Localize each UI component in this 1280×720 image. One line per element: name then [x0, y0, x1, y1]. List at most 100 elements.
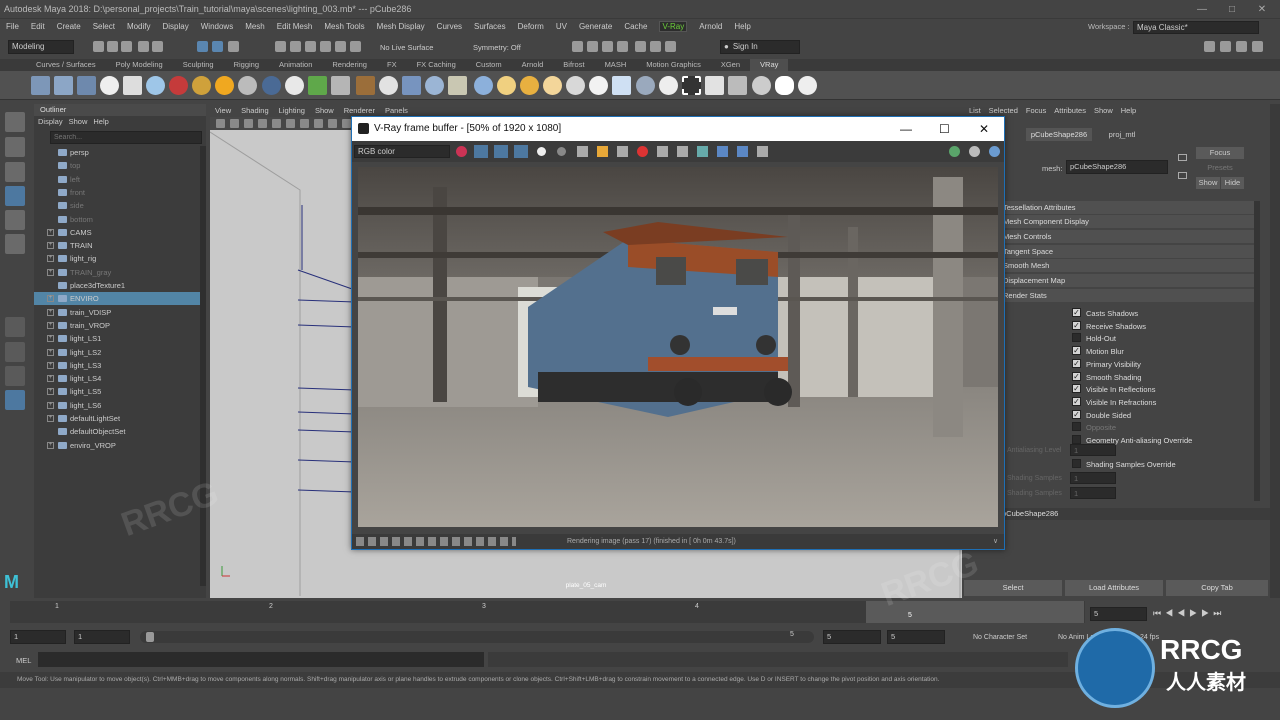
start-time-field[interactable]: 1 — [10, 630, 66, 644]
modeling-toolkit-icon[interactable] — [1204, 41, 1215, 52]
shelf-tab-poly-modeling[interactable]: Poly Modeling — [106, 59, 173, 71]
presets-button[interactable]: Presets — [1196, 162, 1244, 174]
menu-deform[interactable]: Deform — [518, 22, 544, 31]
vp-menu-panels[interactable]: Panels — [385, 106, 408, 115]
history-icon[interactable] — [717, 146, 728, 157]
expand-toggle-icon[interactable]: + — [47, 255, 54, 263]
render-settings-icon[interactable] — [617, 41, 628, 52]
attr-menu-show[interactable]: Show — [1094, 106, 1113, 115]
compare-icon[interactable] — [737, 146, 748, 157]
menu-mesh-display[interactable]: Mesh Display — [377, 22, 425, 31]
vray-light-icon[interactable] — [215, 76, 234, 95]
outliner-menu-show[interactable]: Show — [69, 117, 88, 126]
expand-toggle-icon[interactable]: + — [47, 361, 54, 369]
shelf-tab-motion-graphics[interactable]: Motion Graphics — [636, 59, 711, 71]
attr-menu-list[interactable]: List — [969, 106, 981, 115]
playback-start-field[interactable]: 1 — [74, 630, 130, 644]
snap-vertex-icon[interactable] — [350, 41, 361, 52]
vray-grid-icon[interactable] — [402, 76, 421, 95]
render-current-frame-icon[interactable] — [587, 41, 598, 52]
mel-input[interactable] — [38, 652, 484, 667]
ipr-render-icon[interactable] — [602, 41, 613, 52]
vfb-minimize-icon[interactable]: — — [900, 117, 912, 141]
outliner-item[interactable]: + enviro_VROP — [34, 439, 206, 452]
section-tessellation[interactable]: Tessellation Attributes — [1000, 201, 1254, 214]
vray-texture-icon[interactable] — [356, 76, 375, 95]
viewport-tool-icon[interactable] — [286, 119, 295, 128]
shelf-tab-custom[interactable]: Custom — [466, 59, 512, 71]
vp-menu-shading[interactable]: Shading — [241, 106, 269, 115]
hide-button[interactable]: Hide — [1221, 177, 1244, 189]
vray-cube-icon[interactable] — [31, 76, 50, 95]
vray-sphere-light-2-icon[interactable] — [636, 76, 655, 95]
vray-picture-icon[interactable] — [705, 76, 724, 95]
playback-end-field[interactable]: 5 — [823, 630, 881, 644]
vp-menu-renderer[interactable]: Renderer — [344, 106, 375, 115]
vray-sphere-icon[interactable] — [474, 76, 493, 95]
vray-fur-icon[interactable] — [308, 76, 327, 95]
new-scene-icon[interactable] — [93, 41, 104, 52]
outliner-item[interactable]: top — [34, 159, 206, 172]
shelf-tab-animation[interactable]: Animation — [269, 59, 322, 71]
render-icon[interactable] — [949, 146, 960, 157]
track-mouse-icon[interactable] — [456, 146, 467, 157]
flag-checkbox[interactable]: ✓ — [1072, 371, 1081, 381]
shelf-tab-bifrost[interactable]: Bifrost — [553, 59, 594, 71]
menu-mesh[interactable]: Mesh — [245, 22, 265, 31]
tool-settings-icon[interactable] — [1236, 41, 1247, 52]
flag-checkbox[interactable]: ✓ — [1072, 409, 1081, 419]
menu-modify[interactable]: Modify — [127, 22, 151, 31]
rendered-image[interactable] — [358, 167, 998, 527]
sign-in-dropdown[interactable]: ● Sign In — [720, 40, 800, 54]
outliner-item[interactable]: + ENVIRO — [34, 292, 206, 306]
flag-checkbox[interactable] — [1072, 333, 1081, 343]
vray-cloud-icon[interactable] — [775, 76, 794, 95]
close-button[interactable]: ✕ — [1247, 0, 1277, 19]
vfb-close-icon[interactable]: ✕ — [979, 117, 989, 141]
mesh-output-icon[interactable] — [1178, 154, 1187, 161]
outliner-item[interactable]: front — [34, 186, 206, 199]
ipr-icon[interactable] — [969, 146, 980, 157]
vray-omni-light-icon[interactable] — [543, 76, 562, 95]
snap-point-icon[interactable] — [305, 41, 316, 52]
attr-menu-help[interactable]: Help — [1121, 106, 1136, 115]
region-render-icon[interactable] — [657, 146, 668, 157]
expand-toggle-icon[interactable]: + — [47, 308, 54, 316]
viewport-tool-icon[interactable] — [300, 119, 309, 128]
menu-curves[interactable]: Curves — [437, 22, 462, 31]
vray-render-icon[interactable] — [665, 41, 676, 52]
single-view-icon[interactable] — [5, 317, 25, 337]
vp-menu-lighting[interactable]: Lighting — [279, 106, 305, 115]
move-tool-icon[interactable] — [5, 186, 25, 206]
expand-toggle-icon[interactable]: + — [47, 441, 54, 449]
open-scene-icon[interactable] — [107, 41, 118, 52]
show-button[interactable]: Show — [1196, 177, 1220, 189]
channel-box-toggle-icon[interactable] — [1252, 41, 1263, 52]
section-render-stats[interactable]: Render Stats — [1000, 289, 1254, 302]
time-slider[interactable]: 1 2 3 4 5 5 5 ⏮◀◀▶▶⏭ — [0, 601, 1280, 627]
shelf-tab-curves-surfaces[interactable]: Curves / Surfaces — [26, 59, 106, 71]
menu-file[interactable]: File — [6, 22, 19, 31]
shelf-tab-rendering[interactable]: Rendering — [322, 59, 377, 71]
vray-lightbulb-icon[interactable] — [752, 76, 771, 95]
attribute-editor-toggle-icon[interactable] — [1220, 41, 1231, 52]
outliner-item[interactable]: + defaultLightSet — [34, 412, 206, 425]
side-tabs[interactable] — [1270, 104, 1280, 598]
shelf-tab-mash[interactable]: MASH — [595, 59, 637, 71]
mesh-name-field[interactable]: pCubeShape286 — [1066, 160, 1168, 174]
section-tangent-space[interactable]: Tangent Space — [1000, 245, 1254, 258]
section-smooth-mesh[interactable]: Smooth Mesh — [1000, 259, 1254, 272]
vray-ipr-icon[interactable] — [169, 76, 188, 95]
menu-uv[interactable]: UV — [556, 22, 567, 31]
current-frame-field[interactable]: 5 — [1090, 607, 1147, 621]
focus-button[interactable]: Focus — [1196, 147, 1244, 159]
outliner-item[interactable]: + light_LS3 — [34, 359, 206, 372]
alpha-white-icon[interactable] — [537, 147, 546, 156]
red-channel-icon[interactable] — [474, 145, 488, 158]
vray-frame-buffer-icon[interactable] — [123, 76, 142, 95]
outliner-item[interactable]: + TRAIN_gray — [34, 266, 206, 279]
attr-menu-focus[interactable]: Focus — [1026, 106, 1046, 115]
hypershade-icon[interactable] — [635, 41, 646, 52]
outliner-layout-icon[interactable] — [5, 390, 25, 410]
interactive-render-icon[interactable] — [989, 146, 1000, 157]
